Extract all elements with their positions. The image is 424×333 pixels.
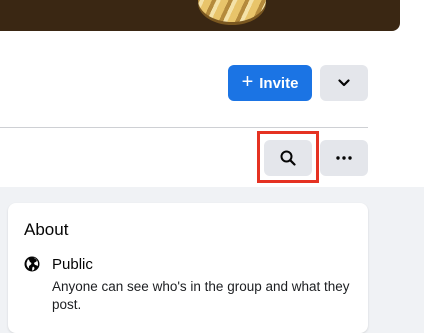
cover-image-coin — [198, 0, 266, 22]
privacy-description: Anyone can see who's in the group and wh… — [52, 279, 350, 312]
ellipsis-icon — [336, 156, 352, 160]
privacy-title: Public — [52, 256, 93, 273]
plus-icon: + — [241, 71, 254, 93]
about-card: About Public Anyone can see who's in the… — [8, 203, 368, 333]
cover-photo — [0, 0, 400, 31]
header-divider — [0, 127, 368, 128]
invite-button[interactable]: + Invite — [228, 65, 312, 101]
globe-icon — [24, 256, 40, 272]
group-header: + Invite — [0, 0, 424, 187]
invite-label: Invite — [259, 74, 299, 92]
search-icon — [280, 150, 296, 166]
search-button[interactable] — [264, 140, 312, 176]
about-title: About — [24, 220, 69, 239]
group-options-dropdown-button[interactable] — [320, 65, 368, 101]
chevron-down-icon — [338, 79, 350, 87]
more-options-button[interactable] — [320, 140, 368, 176]
